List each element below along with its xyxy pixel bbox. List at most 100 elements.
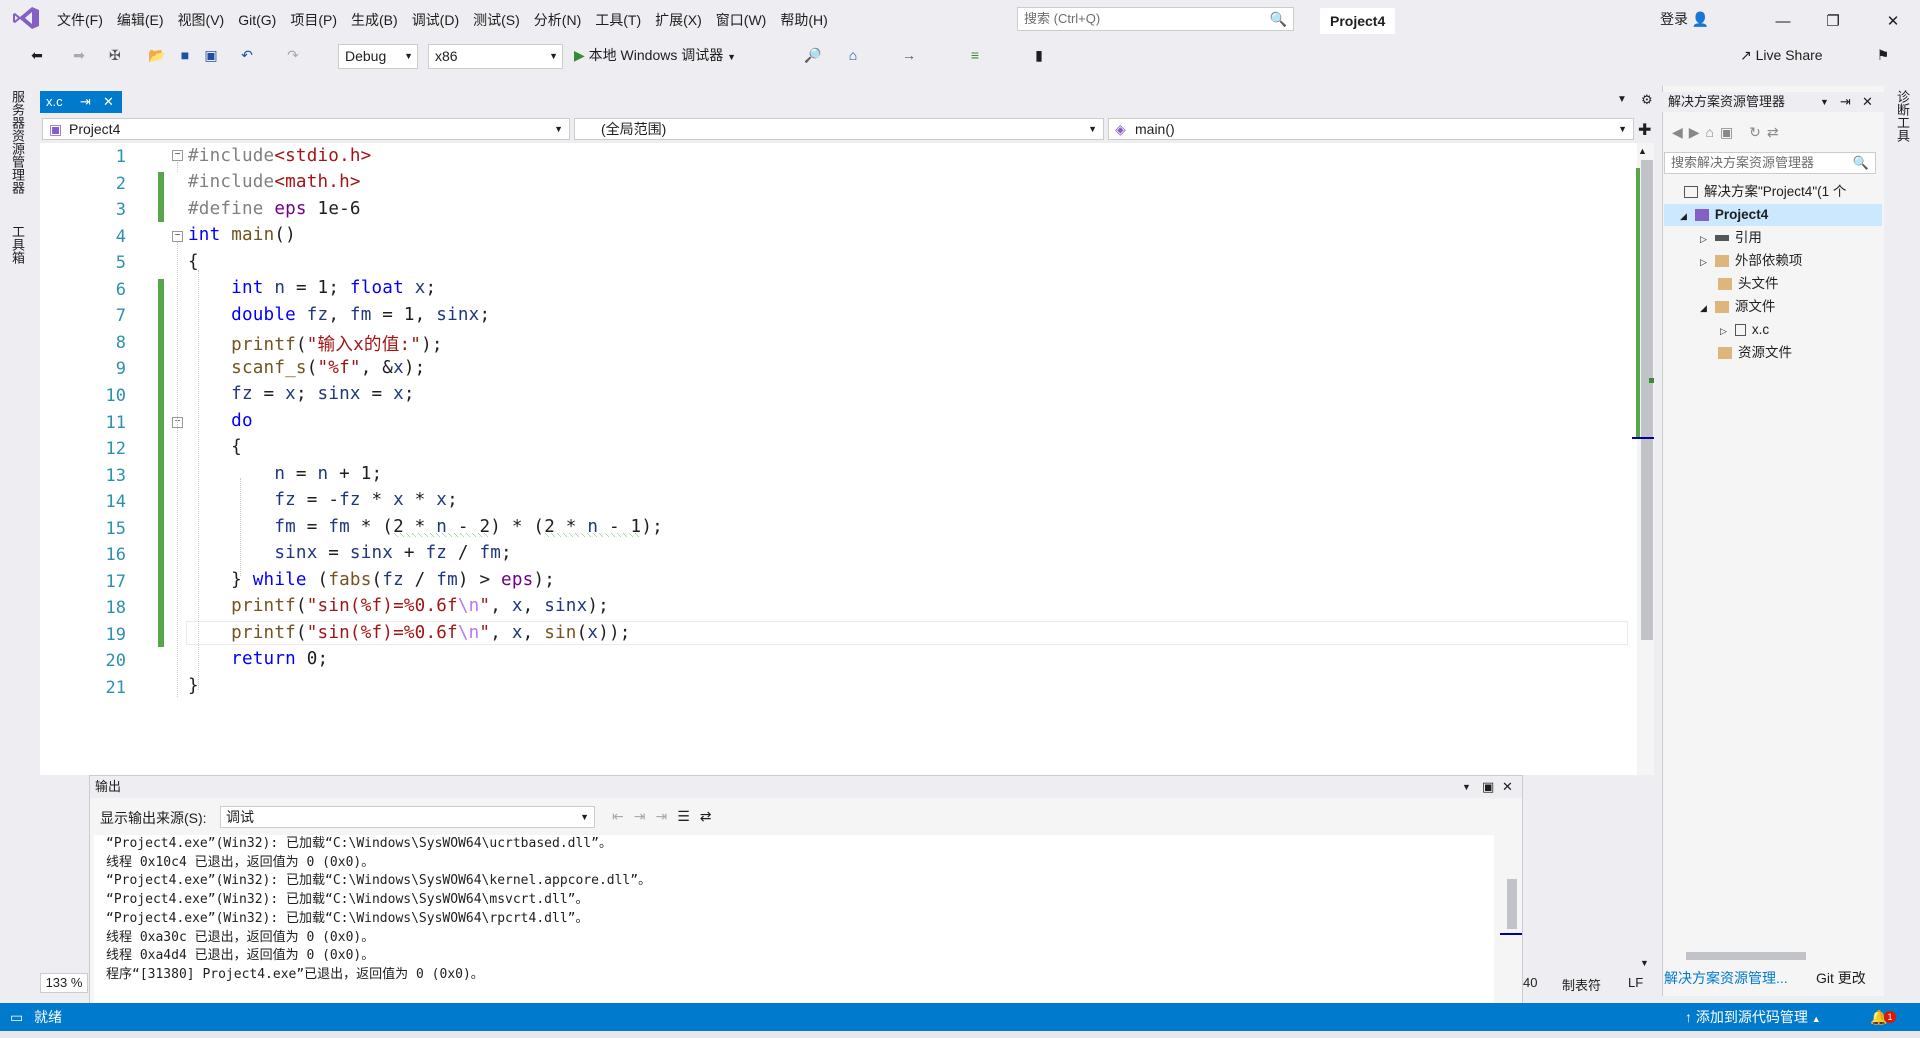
project-nav-combo[interactable]: ▣ Project4 ▼ (42, 118, 570, 140)
server-explorer-tab[interactable]: 服务器资源管理器 (8, 90, 27, 194)
find-in-files-icon[interactable]: 🔎 (804, 44, 822, 66)
source-control-button[interactable]: ↑ 添加到源代码管理 ▲ (1685, 1003, 1821, 1033)
close-icon[interactable]: ✕ (1502, 776, 1513, 798)
arrow-up-icon: ↑ (1685, 1009, 1692, 1025)
forward-icon[interactable]: ➡ (70, 44, 88, 66)
save-icon[interactable]: ■ (176, 44, 194, 66)
visual-studio-logo-icon[interactable] (12, 6, 40, 30)
chevron-down-icon: ▼ (1088, 124, 1097, 134)
step-icon[interactable]: → (900, 44, 918, 66)
tree-item-source-files[interactable]: ◢ 源文件 (1700, 296, 1775, 319)
menu-item-2[interactable]: 视图(V) (171, 0, 232, 34)
restore-button[interactable]: ❐ (1810, 8, 1856, 36)
login-button[interactable]: 登录 👤 (1660, 8, 1709, 30)
redo-icon[interactable]: ↷ (284, 44, 302, 66)
menu-item-7[interactable]: 测试(S) (466, 0, 527, 34)
run-label: 本地 Windows 调试器 (588, 47, 724, 63)
chevron-down-icon[interactable]: ▼ (1820, 92, 1829, 112)
line-number: 1 (115, 147, 126, 167)
solution-search-input[interactable]: 搜索解决方案资源管理器 🔍 (1664, 152, 1876, 174)
fold-toggle-icon[interactable]: − (172, 231, 183, 242)
tab-mode[interactable]: 制表符 (1562, 975, 1601, 994)
menu-item-9[interactable]: 工具(T) (588, 0, 648, 34)
config-combo[interactable]: Debug ▼ (338, 44, 418, 69)
solution-hscroll[interactable] (1664, 950, 1884, 962)
chevron-down-icon: ▼ (1618, 124, 1627, 134)
solution-explorer-header: 解决方案资源管理器 ▼ ⇥ ✕ (1662, 92, 1884, 112)
platform-combo[interactable]: x86 ▼ (428, 44, 563, 69)
tree-item-x-c[interactable]: ▷ x.c (1720, 319, 1769, 342)
back-icon[interactable]: ⬅ (28, 44, 46, 66)
menu-item-12[interactable]: 帮助(H) (773, 0, 834, 34)
code-line-7: double fz, fm = 1, sinx; (231, 305, 491, 325)
menu-item-6[interactable]: 调试(D) (405, 0, 466, 34)
undo-icon[interactable]: ↶ (238, 44, 256, 66)
menu-item-10[interactable]: 扩展(X) (648, 0, 709, 34)
line-number: 16 (105, 545, 126, 566)
member-nav-combo[interactable]: ◈ main() ▼ (1108, 118, 1634, 140)
menu-item-4[interactable]: 项目(P) (283, 0, 344, 34)
close-window-button[interactable]: ✕ (1870, 8, 1916, 36)
tree-item-external-deps[interactable]: ▷ 外部依赖项 (1700, 250, 1802, 273)
scroll-down-icon[interactable]: ▼ (1640, 958, 1649, 968)
output-header: 输出 ▼ ▣ ✕ (90, 776, 1522, 798)
toolbox-tab[interactable]: 工具箱 (8, 225, 27, 264)
close-icon[interactable]: ✕ (1862, 92, 1873, 112)
maximize-icon[interactable]: ▣ (1482, 776, 1494, 798)
menu-item-1[interactable]: 编辑(E) (110, 0, 171, 34)
chevron-up-icon: ▲ (1811, 1014, 1821, 1024)
live-share-button[interactable]: ↗ Live Share (1740, 44, 1870, 66)
chevron-down-icon: ▼ (727, 52, 737, 62)
output-scrollbar[interactable] (1504, 835, 1520, 1009)
project-icon (1694, 209, 1709, 222)
diagnostic-tools-tab[interactable]: 诊断工具 (1893, 90, 1912, 142)
tree-item-project[interactable]: ◢ Project4 (1680, 204, 1768, 227)
pin-icon[interactable]: ⇥ (1840, 92, 1851, 112)
tree-item-header-files[interactable]: 头文件 (1718, 273, 1779, 295)
output-source-label: 显示输出来源(S): (100, 810, 207, 826)
browser-icon[interactable]: ⌂ (844, 44, 862, 66)
fold-toggle-icon[interactable]: − (172, 150, 183, 161)
run-debugger-button[interactable]: ▶ 本地 Windows 调试器 ▼ (574, 44, 764, 66)
output-source-combo[interactable]: 调试 ▼ (220, 806, 595, 828)
save-all-icon[interactable]: ▣ (202, 44, 220, 66)
output-title: 输出 (95, 779, 122, 794)
tree-item-references[interactable]: ▷ 引用 (1700, 227, 1762, 250)
output-text[interactable]: “Project4.exe”(Win32): 已加载“C:\Windows\Sy… (94, 835, 1494, 1009)
platform-value: x86 (435, 48, 458, 64)
output-line: “Project4.exe”(Win32): 已加载“C:\Windows\Sy… (106, 873, 652, 889)
menu-item-8[interactable]: 分析(N) (527, 0, 588, 34)
project-icon: ▣ (49, 121, 63, 137)
chevron-down-icon[interactable]: ▼ (1462, 776, 1471, 798)
feedback-icon[interactable]: ⚑ (1874, 44, 1892, 66)
scroll-up-icon[interactable]: ▲ (1638, 146, 1647, 156)
scope-nav-combo[interactable]: (全局范围) ▼ (574, 118, 1104, 140)
scrollbar-thumb[interactable] (1641, 160, 1653, 640)
menu-item-3[interactable]: Git(G) (231, 0, 283, 34)
search-box[interactable]: 搜索 (Ctrl+Q) 🔍 (1017, 7, 1294, 31)
tree-item-solution[interactable]: 解决方案"Project4"(1 个 (1684, 181, 1846, 203)
line-ending[interactable]: LF (1628, 975, 1643, 990)
open-file-icon[interactable]: 📂 (148, 44, 166, 66)
comment-icon[interactable]: ≡ (966, 44, 984, 66)
close-icon[interactable]: ✕ (103, 91, 114, 113)
menu-item-5[interactable]: 生成(B) (344, 0, 405, 34)
tab-overflow-icon[interactable]: ▼ (1617, 94, 1627, 105)
line-number: 13 (105, 465, 126, 486)
tree-item-resource-files[interactable]: 资源文件 (1718, 342, 1792, 364)
bottom-tab-solution[interactable]: 解决方案资源管理... (1664, 968, 1788, 988)
new-project-icon[interactable]: ✠ (106, 44, 124, 66)
bottom-tab-git[interactable]: Git 更改 (1816, 968, 1866, 988)
line-number: 12 (105, 439, 126, 460)
solution-toolbar[interactable]: ◀▶⌂▣ ↻⇄ (1672, 124, 1785, 141)
menu-item-0[interactable]: 文件(F) (50, 0, 110, 34)
split-icon[interactable]: ✚ (1638, 120, 1651, 140)
settings-icon[interactable]: ⚙ (1641, 92, 1653, 108)
menu-item-11[interactable]: 窗口(W) (709, 0, 774, 34)
pin-icon[interactable]: ⇥ (80, 91, 91, 113)
document-tab-x-c[interactable]: x.c ⇥ ✕ (40, 91, 122, 113)
output-toolbar[interactable]: ⇤⇥⇥☰⇄ (612, 808, 721, 825)
bookmark-icon[interactable]: ▮ (1030, 44, 1048, 66)
zoom-level[interactable]: 133 % (40, 973, 88, 993)
minimize-button[interactable]: — (1760, 8, 1806, 36)
